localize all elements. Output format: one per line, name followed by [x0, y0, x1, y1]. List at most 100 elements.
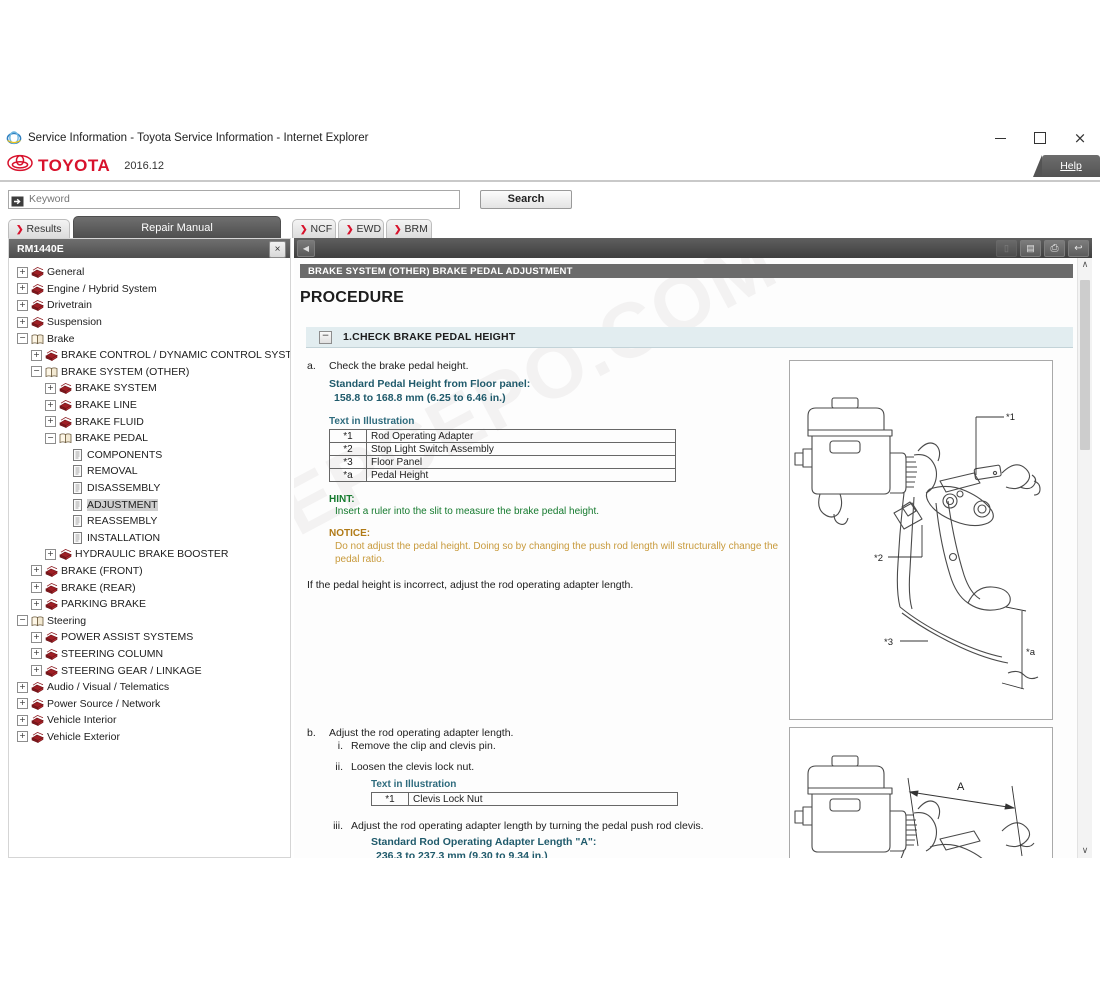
delete-button[interactable]: ▯: [996, 240, 1017, 257]
content-panel: ◀ ▯ ▤ ⎙ ↩ WWW.EPCEPO.COM BRAKE SYSTEM (O…: [294, 238, 1092, 858]
tree-item-brake-pedal[interactable]: − BRAKE PEDAL: [9, 430, 290, 447]
expand-icon[interactable]: +: [17, 299, 28, 311]
title-bar: Service Information - Toyota Service Inf…: [0, 125, 1100, 151]
tree-item-audio-visual-telematics[interactable]: + Audio / Visual / Telematics: [9, 679, 290, 696]
expand-icon[interactable]: +: [31, 565, 42, 577]
tree-item-general[interactable]: + General: [9, 264, 290, 281]
expand-icon[interactable]: +: [17, 681, 28, 693]
collapse-icon[interactable]: −: [17, 333, 28, 345]
collapse-icon[interactable]: −: [45, 432, 56, 444]
scroll-up-button[interactable]: ∧: [1078, 258, 1092, 272]
tree-item-brake-system[interactable]: + BRAKE SYSTEM: [9, 380, 290, 397]
tree-item-power-assist-systems[interactable]: + POWER ASSIST SYSTEMS: [9, 629, 290, 646]
scroll-down-button[interactable]: ∨: [1078, 844, 1092, 858]
tree-item-brake-front[interactable]: + BRAKE (FRONT): [9, 563, 290, 580]
expand-icon[interactable]: +: [17, 731, 28, 743]
search-button[interactable]: Search: [480, 189, 572, 209]
tree-item-brake-control-dynamic-control-systems[interactable]: + BRAKE CONTROL / DYNAMIC CONTROL SYSTEMS: [9, 347, 290, 364]
help-button[interactable]: Help: [1033, 155, 1100, 177]
tree-item-removal[interactable]: REMOVAL: [9, 463, 290, 480]
tree-item-drivetrain[interactable]: + Drivetrain: [9, 297, 290, 314]
collapse-icon[interactable]: −: [31, 366, 42, 378]
tab-results[interactable]: ❯ Results: [8, 219, 70, 238]
tree-item-brake[interactable]: − Brake: [9, 330, 290, 347]
tree-item-adjustment[interactable]: ADJUSTMENT: [9, 496, 290, 513]
tree-item-steering[interactable]: − Steering: [9, 612, 290, 629]
print-button[interactable]: ⎙: [1044, 240, 1065, 257]
tree-item-hydraulic-brake-booster[interactable]: + HYDRAULIC BRAKE BOOSTER: [9, 546, 290, 563]
expand-icon[interactable]: +: [17, 698, 28, 710]
expand-icon[interactable]: +: [31, 349, 42, 361]
tree-item-steering-column[interactable]: + STEERING COLUMN: [9, 646, 290, 663]
scrollbar-thumb[interactable]: [1080, 280, 1090, 450]
document-icon: [71, 465, 84, 478]
step-b-text: Adjust the rod operating adapter length.: [329, 727, 514, 739]
tree-item-brake-fluid[interactable]: + BRAKE FLUID: [9, 413, 290, 430]
expand-icon[interactable]: +: [17, 316, 28, 328]
document-area: WWW.EPCEPO.COM BRAKE SYSTEM (OTHER) BRAK…: [294, 258, 1092, 858]
tab-ncf[interactable]: ❯ NCF: [292, 219, 336, 238]
tab-repair-manual[interactable]: Repair Manual: [73, 216, 281, 238]
return-button[interactable]: ↩: [1068, 240, 1089, 257]
collapse-step-icon[interactable]: −: [319, 330, 332, 344]
tree-item-label: BRAKE SYSTEM (OTHER): [61, 365, 190, 378]
collapse-icon[interactable]: −: [17, 615, 28, 627]
expand-icon[interactable]: +: [31, 665, 42, 677]
minimize-button[interactable]: [980, 125, 1020, 151]
step-b-iii-marker: iii.: [333, 820, 343, 832]
tab-bar: ❯ Results Repair Manual ❯ NCF ❯ EWD ❯ BR…: [0, 216, 1100, 238]
figure-brake-pedal-assembly: *1 *2 *3 *a: [789, 360, 1053, 720]
tree-item-steering-gear-linkage[interactable]: + STEERING GEAR / LINKAGE: [9, 662, 290, 679]
maximize-button[interactable]: [1020, 125, 1060, 151]
tree-item-power-source-network[interactable]: + Power Source / Network: [9, 695, 290, 712]
expand-icon[interactable]: +: [45, 382, 56, 394]
search-input[interactable]: [27, 192, 441, 206]
expand-icon[interactable]: +: [17, 283, 28, 295]
tab-brm[interactable]: ❯ BRM: [386, 219, 432, 238]
tab-ewd[interactable]: ❯ EWD: [338, 219, 384, 238]
tree-item-brake-rear[interactable]: + BRAKE (REAR): [9, 579, 290, 596]
tree-item-vehicle-interior[interactable]: + Vehicle Interior: [9, 712, 290, 729]
tree-item-disassembly[interactable]: DISASSEMBLY: [9, 480, 290, 497]
tree-close-button[interactable]: ×: [269, 241, 286, 258]
expand-icon[interactable]: +: [17, 266, 28, 278]
tree-manual-id: RM1440E: [17, 242, 64, 255]
expand-icon[interactable]: +: [31, 631, 42, 643]
expand-icon[interactable]: +: [45, 399, 56, 411]
expand-icon[interactable]: +: [45, 416, 56, 428]
toyota-logo-icon: [7, 154, 33, 177]
text-in-illustration-label-a: Text in Illustration: [329, 416, 415, 427]
step-b-iii-text: Adjust the rod operating adapter length …: [351, 820, 704, 832]
illustration-key: *1: [371, 792, 409, 806]
expand-icon[interactable]: +: [31, 582, 42, 594]
pedal-height-spec: Standard Pedal Height from Floor panel: …: [329, 377, 789, 405]
step-b-i-marker: i.: [337, 740, 343, 752]
note-button[interactable]: ▤: [1020, 240, 1041, 257]
tree-item-suspension[interactable]: + Suspension: [9, 314, 290, 331]
tree-item-installation[interactable]: INSTALLATION: [9, 530, 290, 547]
expand-icon[interactable]: +: [31, 648, 42, 660]
tree-item-brake-line[interactable]: + BRAKE LINE: [9, 397, 290, 414]
expand-icon[interactable]: +: [31, 598, 42, 610]
tree-item-components[interactable]: COMPONENTS: [9, 447, 290, 464]
illustration-key-row: *3 Floor Panel: [329, 455, 676, 469]
tree-item-brake-system-other[interactable]: − BRAKE SYSTEM (OTHER): [9, 364, 290, 381]
collapse-sidebar-button[interactable]: ◀: [297, 239, 315, 257]
close-button[interactable]: ×: [1060, 125, 1100, 151]
search-field-wrapper[interactable]: [8, 189, 460, 209]
step-1-header[interactable]: − 1.CHECK BRAKE PEDAL HEIGHT: [306, 327, 1073, 348]
expand-icon[interactable]: +: [45, 548, 56, 560]
delete-icon: ▯: [1004, 243, 1009, 253]
tree-item-engine-hybrid-system[interactable]: + Engine / Hybrid System: [9, 281, 290, 298]
expand-icon[interactable]: +: [17, 714, 28, 726]
content-scrollbar[interactable]: ∧ ∨: [1077, 258, 1092, 858]
tree-item-reassembly[interactable]: REASSEMBLY: [9, 513, 290, 530]
illustration-value: Floor Panel: [366, 455, 676, 469]
step-a-marker: a.: [307, 360, 316, 372]
tab-ncf-label: NCF: [310, 223, 333, 235]
tree-item-parking-brake[interactable]: + PARKING BRAKE: [9, 596, 290, 613]
tree-body[interactable]: + General + Engine / Hybrid System + Drivetra…: [9, 258, 290, 857]
rod-length-spec: Standard Rod Operating Adapter Length "A…: [371, 835, 789, 858]
tree-item-vehicle-exterior[interactable]: + Vehicle Exterior: [9, 729, 290, 746]
tree-item-label: General: [47, 266, 85, 279]
